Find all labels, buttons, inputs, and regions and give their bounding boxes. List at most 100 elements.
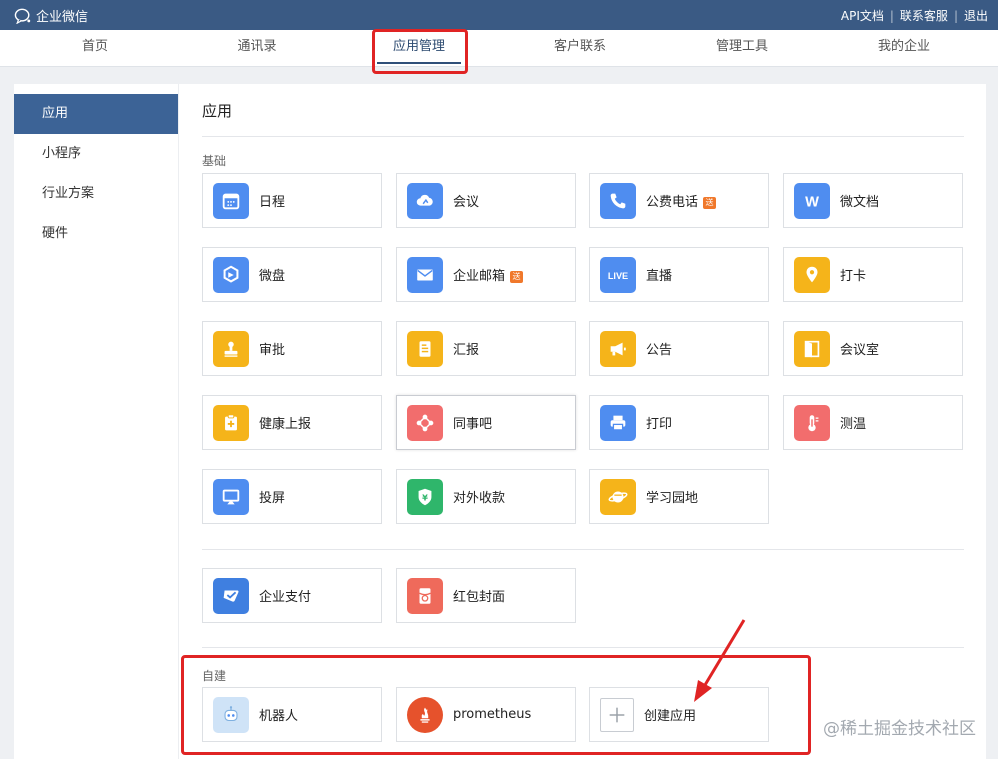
app-card-basic-10[interactable]: 公告	[589, 321, 769, 376]
nav-home[interactable]: 首页	[35, 30, 155, 67]
app-card-extra-1[interactable]: 红包封面	[396, 568, 576, 623]
location-pin-icon	[794, 256, 830, 293]
app-card-basic-9[interactable]: 汇报	[396, 321, 576, 376]
sidebar-item-apps[interactable]: 应用	[14, 94, 178, 134]
app-label: 打印	[646, 417, 673, 432]
screen-cast-icon	[213, 478, 249, 515]
app-card-basic-2[interactable]: 公费电话送	[589, 173, 769, 228]
app-card-basic-4[interactable]: 微盘	[202, 247, 382, 302]
app-card-custom-1[interactable]: prometheus	[396, 687, 576, 742]
app-label: 同事吧	[453, 417, 493, 432]
app-card-custom-0[interactable]: 机器人	[202, 687, 382, 742]
sidebar-item-mini-programs[interactable]: 小程序	[14, 134, 178, 174]
health-report-icon	[213, 404, 249, 441]
app-label: 公费电话送	[646, 191, 717, 210]
live-icon: LIVE	[600, 256, 636, 293]
gift-badge: 送	[703, 197, 717, 209]
sidebar-item-hardware[interactable]: 硬件	[14, 214, 178, 254]
svg-text:LIVE: LIVE	[608, 271, 628, 281]
section-label-custom: 自建	[202, 669, 227, 683]
report-icon	[407, 330, 443, 367]
printer-icon	[600, 404, 636, 441]
main-nav: 首页 通讯录 应用管理 客户联系 管理工具 我的企业	[0, 30, 998, 67]
app-label: 会议室	[840, 343, 880, 358]
app-label: 直播	[646, 269, 673, 284]
app-card-basic-17[interactable]: ¥ 对外收款	[396, 469, 576, 524]
sidebar-item-industry-solutions[interactable]: 行业方案	[14, 174, 178, 214]
app-card-basic-3[interactable]: W 微文档	[783, 173, 963, 228]
cloud-icon	[407, 182, 443, 219]
plus-icon	[600, 697, 634, 732]
logout-link[interactable]: 退出	[964, 7, 988, 24]
divider	[202, 647, 964, 648]
top-bar: 企业微信 API文档 | 联系客服 | 退出	[0, 0, 998, 30]
app-card-basic-0[interactable]: 日程	[202, 173, 382, 228]
app-label: 汇报	[453, 343, 480, 358]
app-card-basic-18[interactable]: 学习园地	[589, 469, 769, 524]
robot-icon	[213, 696, 249, 733]
wecom-logo-icon	[14, 8, 31, 24]
disk-icon	[213, 256, 249, 293]
annotation-arrow-icon	[694, 619, 746, 702]
svg-text:W: W	[805, 194, 819, 210]
app-label: 健康上报	[259, 417, 312, 432]
section-label-basic: 基础	[202, 154, 227, 168]
app-label: 红包封面	[453, 590, 506, 605]
app-card-basic-14[interactable]: 打印	[589, 395, 769, 450]
app-card-basic-15[interactable]: 测温	[783, 395, 963, 450]
app-card-extra-0[interactable]: 企业支付	[202, 568, 382, 623]
thermometer-icon	[794, 404, 830, 441]
link-separator: |	[953, 8, 958, 23]
document-w-icon: W	[794, 182, 830, 219]
sidebar: 应用 小程序 行业方案 硬件	[14, 84, 179, 759]
app-label: 会议	[453, 195, 480, 210]
api-docs-link[interactable]: API文档	[841, 7, 884, 24]
app-card-basic-8[interactable]: 审批	[202, 321, 382, 376]
app-card-basic-7[interactable]: 打卡	[783, 247, 963, 302]
nav-app-management[interactable]: 应用管理	[359, 30, 479, 67]
page-title: 应用	[202, 102, 233, 120]
app-card-basic-11[interactable]: 会议室	[783, 321, 963, 376]
app-label: 企业支付	[259, 590, 312, 605]
calendar-icon	[213, 182, 249, 219]
divider	[202, 549, 964, 550]
svg-text:¥: ¥	[422, 492, 428, 502]
mail-icon	[407, 256, 443, 293]
app-label: 测温	[840, 417, 867, 432]
pay-icon	[213, 577, 249, 614]
app-label: 打卡	[840, 269, 867, 284]
app-card-basic-13[interactable]: 同事吧	[396, 395, 576, 450]
nav-management-tools[interactable]: 管理工具	[682, 30, 802, 67]
watermark: @稀土掘金技术社区	[823, 719, 976, 739]
app-label: 微盘	[259, 269, 286, 284]
app-card-basic-1[interactable]: 会议	[396, 173, 576, 228]
main-panel: 应用 小程序 行业方案 硬件 应用 基础 自建 日程 会议 公费电话送 W 微文档 微盘企…	[14, 84, 986, 759]
app-label: 学习园地	[646, 491, 699, 506]
gift-badge: 送	[510, 271, 524, 283]
app-label: prometheus	[453, 707, 532, 722]
top-links: API文档 | 联系客服 | 退出	[841, 7, 988, 24]
red-envelope-icon	[407, 577, 443, 614]
app-card-basic-16[interactable]: 投屏	[202, 469, 382, 524]
megaphone-icon	[600, 330, 636, 367]
nav-contacts[interactable]: 通讯录	[197, 30, 317, 67]
nav-customer-contact[interactable]: 客户联系	[520, 30, 640, 67]
app-card-basic-5[interactable]: 企业邮箱送	[396, 247, 576, 302]
phone-icon	[600, 182, 636, 219]
app-label: 投屏	[259, 491, 286, 506]
app-label: 日程	[259, 195, 286, 210]
app-label: 审批	[259, 343, 286, 358]
planet-icon	[600, 478, 636, 515]
stamp-icon	[213, 330, 249, 367]
door-icon	[794, 330, 830, 367]
nav-my-enterprise[interactable]: 我的企业	[844, 30, 964, 67]
app-card-basic-12[interactable]: 健康上报	[202, 395, 382, 450]
prometheus-icon	[407, 696, 443, 733]
app-card-basic-6[interactable]: LIVE 直播	[589, 247, 769, 302]
content-area: 应用 基础 自建 日程 会议 公费电话送 W 微文档微盘 企业邮箱送 LIVE 直播 打卡审批 汇…	[202, 84, 964, 759]
app-label: 公告	[646, 343, 673, 358]
share-nodes-icon	[407, 404, 443, 441]
contact-support-link[interactable]: 联系客服	[900, 7, 948, 24]
brand[interactable]: 企业微信	[14, 6, 88, 25]
app-label: 对外收款	[453, 491, 506, 506]
